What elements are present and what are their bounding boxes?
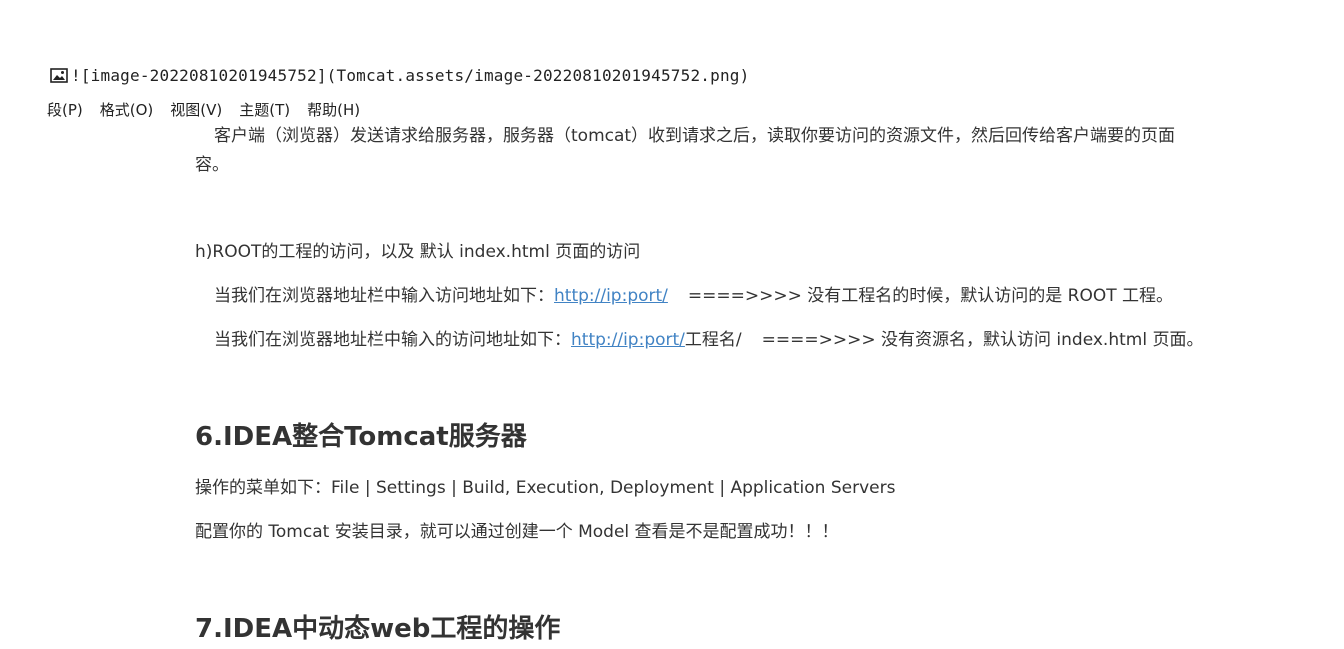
line-suffix: ====>>>> 没有资源名，默认访问 index.html 页面。 <box>761 330 1204 350</box>
paragraph-line-root-access: 当我们在浏览器地址栏中输入访问地址如下：http://ip:port/ ====>… <box>214 282 1173 310</box>
document-page: ![image-20220810201945752](Tomcat.assets… <box>0 0 1344 649</box>
section-heading-6: 6.IDEA整合Tomcat服务器 <box>195 422 527 452</box>
image-reference[interactable]: ![image-20220810201945752](Tomcat.assets… <box>50 64 749 86</box>
menu-help[interactable]: 帮助(H) <box>307 99 360 120</box>
line-suffix: ====>>>> 没有工程名的时候，默认访问的是 ROOT 工程。 <box>687 286 1174 306</box>
menu-theme[interactable]: 主题(T) <box>239 99 290 120</box>
paragraph-line: 配置你的 Tomcat 安装目录，就可以通过创建一个 Model 查看是不是配置… <box>195 522 839 542</box>
section-heading-7: 7.IDEA中动态web工程的操作 <box>195 614 561 644</box>
menu-paragraph[interactable]: 段(P) <box>47 99 83 120</box>
line-prefix: 当我们在浏览器地址栏中输入的访问地址如下： <box>214 330 571 350</box>
line-middle: 工程名/ <box>684 330 742 350</box>
ip-port-link[interactable]: http://ip:port/ <box>554 286 668 306</box>
paragraph-line-index-access: 当我们在浏览器地址栏中输入的访问地址如下：http://ip:port/工程名/… <box>214 326 1203 354</box>
menu-view[interactable]: 视图(V) <box>170 99 222 120</box>
image-markdown-text: ![image-20220810201945752](Tomcat.assets… <box>71 65 750 85</box>
subheading-root: h)ROOT的工程的访问，以及 默认 index.html 页面的访问 <box>195 242 641 262</box>
image-icon <box>50 66 68 84</box>
menu-bar: 段(P) 格式(O) 视图(V) 主题(T) 帮助(H) <box>47 97 447 121</box>
paragraph-line: 操作的菜单如下：File | Settings | Build, Executi… <box>195 478 896 498</box>
paragraph-line: 客户端（浏览器）发送请求给服务器，服务器（tomcat）收到请求之后，读取你要访… <box>214 126 1176 146</box>
menu-format[interactable]: 格式(O) <box>100 99 154 120</box>
line-prefix: 当我们在浏览器地址栏中输入访问地址如下： <box>214 286 554 306</box>
paragraph-line: 容。 <box>195 155 229 175</box>
ip-port-link[interactable]: http://ip:port/ <box>571 330 685 350</box>
